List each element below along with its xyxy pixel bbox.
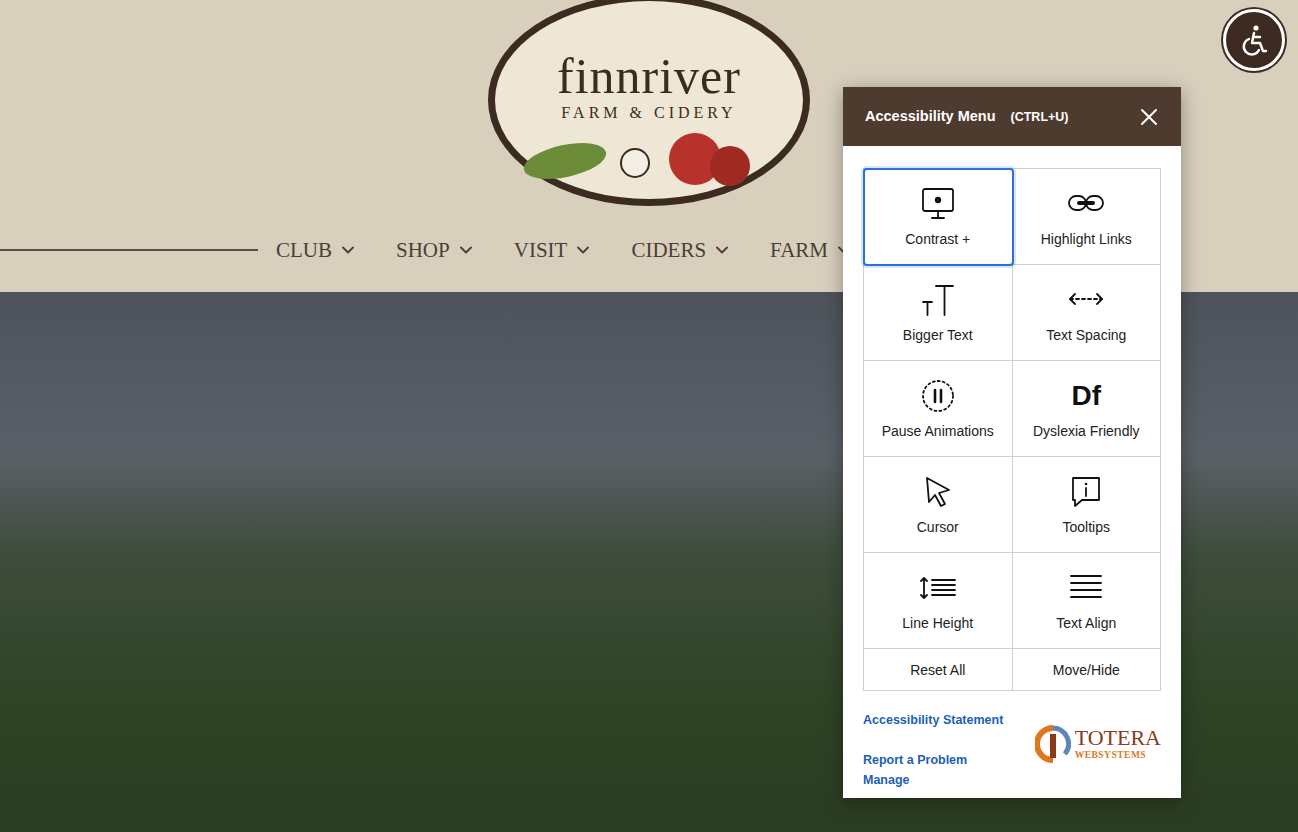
option-tile[interactable]: Tooltips	[1013, 457, 1162, 553]
action-button[interactable]: Move/Hide	[1013, 649, 1162, 691]
nav-item[interactable]: CIDERS	[631, 236, 728, 264]
line-height-icon	[919, 570, 957, 606]
nav-item[interactable]: FARM	[770, 236, 850, 264]
footer-links: Accessibility Statement Report a ProblemM…	[863, 710, 1003, 790]
chevron-down-icon	[342, 246, 354, 254]
dyslexia-icon: Df	[1071, 378, 1101, 414]
accessibility-menu: Accessibility Menu (CTRL+U) Contrast + High…	[843, 87, 1181, 798]
nav-rule	[0, 249, 258, 251]
logo-name: finnriver	[557, 51, 741, 101]
option-label: Bigger Text	[899, 326, 977, 344]
footer-link[interactable]: Accessibility Statement	[863, 710, 1003, 730]
action-label: Move/Hide	[1053, 661, 1120, 679]
vendor-logo[interactable]: TOTERAWEBSYSTEMS	[1035, 724, 1161, 764]
option-label: Highlight Links	[1037, 230, 1136, 248]
pause-icon	[919, 378, 957, 414]
nav-label: SHOP	[396, 236, 450, 264]
vendor-name: TOTERA	[1075, 727, 1161, 749]
option-tile[interactable]: Cursor	[864, 457, 1013, 553]
options-grid: Contrast + Highlight Links Bigger Text Text…	[863, 168, 1161, 691]
nav-label: CIDERS	[631, 236, 706, 264]
wheelchair-icon	[1237, 23, 1271, 57]
option-label: Pause Animations	[878, 422, 998, 440]
nav-item[interactable]: SHOP	[396, 236, 472, 264]
nav-item[interactable]: VISIT	[514, 236, 590, 264]
close-icon	[1140, 108, 1158, 126]
option-tile[interactable]: Line Height	[864, 553, 1013, 649]
footer-link[interactable]: Manage	[863, 770, 1003, 790]
site-logo[interactable]: finnriverFARM & CIDERY	[488, 0, 810, 206]
nav-label: VISIT	[514, 236, 568, 264]
option-tile[interactable]: Text Align	[1013, 553, 1162, 649]
option-tile[interactable]: Bigger Text	[864, 265, 1013, 361]
option-label: Line Height	[898, 614, 977, 632]
option-label: Cursor	[913, 518, 963, 536]
menu-title: Accessibility Menu	[865, 106, 996, 128]
chevron-down-icon	[716, 246, 728, 254]
spacing-arrows-icon	[1067, 282, 1105, 318]
logo-tagline: FARM & CIDERY	[561, 103, 736, 123]
cursor-icon	[919, 474, 957, 510]
option-label: Text Align	[1052, 614, 1120, 632]
option-label: Tooltips	[1059, 518, 1114, 536]
nav-label: FARM	[770, 236, 828, 264]
option-tile[interactable]: Text Spacing	[1013, 265, 1162, 361]
action-button[interactable]: Reset All	[864, 649, 1013, 691]
option-tile[interactable]: Pause Animations	[864, 361, 1013, 457]
link-icon	[1067, 186, 1105, 222]
menu-shortcut: (CTRL+U)	[1011, 108, 1069, 127]
monitor-icon	[919, 186, 957, 222]
fruit-icon	[515, 121, 785, 191]
menu-body: Contrast + Highlight Links Bigger Text Text…	[843, 146, 1181, 790]
option-tile[interactable]: Contrast +	[864, 169, 1013, 265]
vendor-text: TOTERAWEBSYSTEMS	[1075, 727, 1161, 761]
chevron-down-icon	[460, 246, 472, 254]
accessibility-toggle[interactable]	[1223, 9, 1285, 71]
tooltip-icon	[1067, 474, 1105, 510]
chevron-down-icon	[577, 246, 589, 254]
footer-link[interactable]: Report a Problem	[863, 750, 1003, 770]
vendor-sub: WEBSYSTEMS	[1075, 749, 1147, 761]
option-label: Contrast +	[901, 230, 974, 248]
nav-label: CLUB	[276, 236, 332, 264]
menu-title-group: Accessibility Menu (CTRL+U)	[865, 106, 1069, 128]
nav-item[interactable]: CLUB	[276, 236, 354, 264]
menu-header: Accessibility Menu (CTRL+U)	[843, 87, 1181, 146]
text-size-icon	[919, 282, 957, 318]
text-align-icon	[1067, 570, 1105, 606]
action-label: Reset All	[910, 661, 965, 679]
option-tile[interactable]: Df Dyslexia Friendly	[1013, 361, 1162, 457]
nav-list: CLUB SHOP VISIT CIDERS FARM	[276, 236, 850, 264]
option-label: Dyslexia Friendly	[1029, 422, 1144, 440]
menu-footer: Accessibility Statement Report a ProblemM…	[863, 691, 1161, 790]
option-label: Text Spacing	[1042, 326, 1130, 344]
option-tile[interactable]: Highlight Links	[1013, 169, 1162, 265]
close-button[interactable]	[1139, 107, 1159, 127]
vendor-mark-icon	[1035, 724, 1071, 764]
